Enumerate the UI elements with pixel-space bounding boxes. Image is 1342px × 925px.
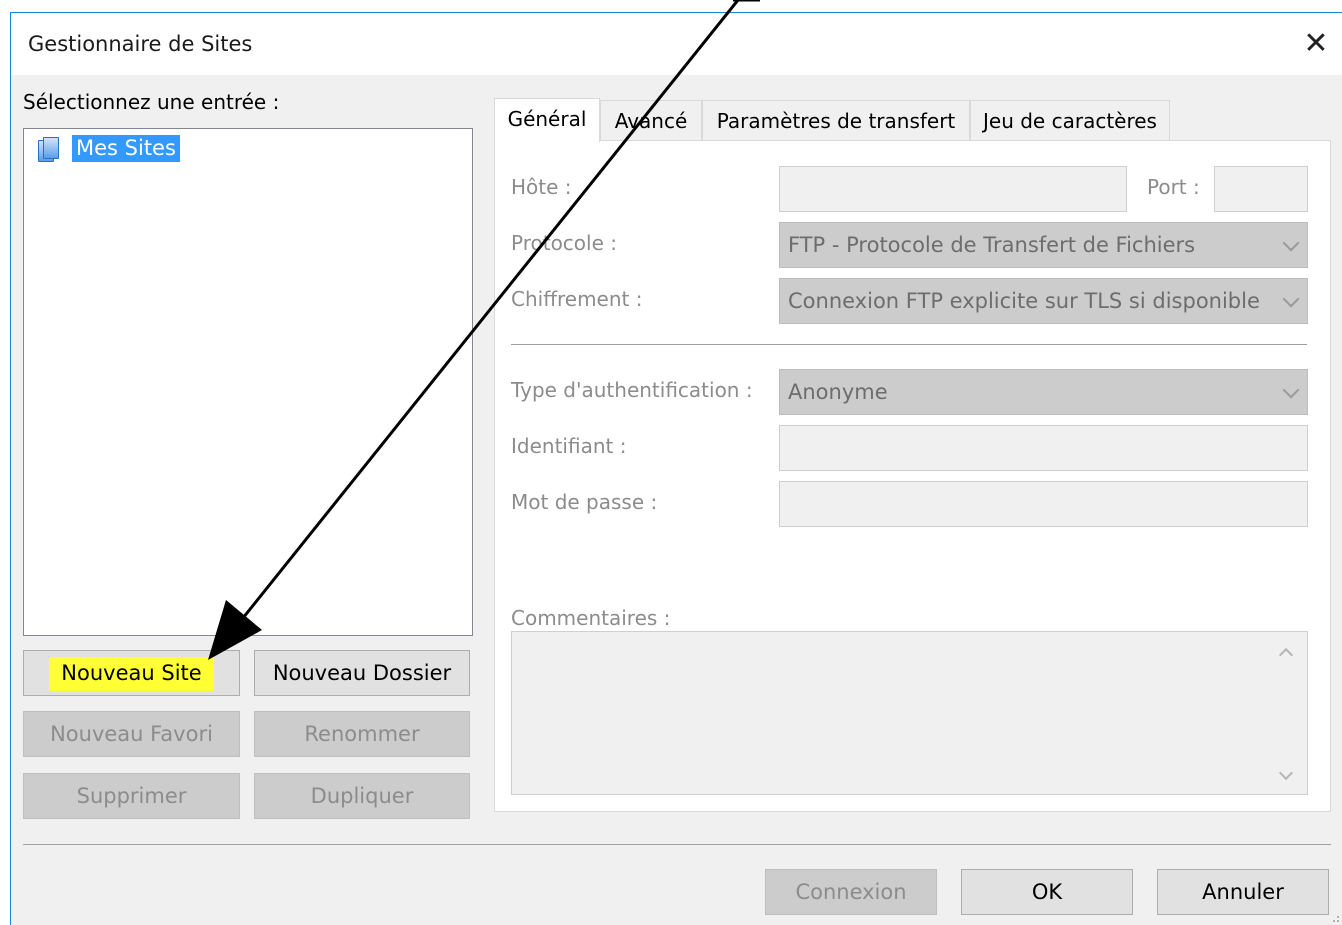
comments-textarea[interactable] <box>511 631 1308 795</box>
cancel-button[interactable]: Annuler <box>1157 869 1329 915</box>
title-bar: Gestionnaire de Sites ✕ <box>11 13 1342 75</box>
close-icon[interactable]: ✕ <box>1296 23 1336 65</box>
host-input[interactable] <box>779 166 1127 212</box>
new-folder-button[interactable]: Nouveau Dossier <box>254 650 470 696</box>
tab-transfer-settings[interactable]: Paramètres de transfert <box>702 100 970 140</box>
password-label: Mot de passe : <box>511 490 658 514</box>
host-label: Hôte : <box>511 175 572 199</box>
auth-type-value: Anonyme <box>788 380 888 404</box>
tree-item-mes-sites[interactable]: Mes Sites <box>36 135 180 162</box>
sites-folder-icon <box>36 136 62 162</box>
port-input[interactable] <box>1214 166 1308 212</box>
new-bookmark-button[interactable]: Nouveau Favori <box>23 711 240 757</box>
rename-button[interactable]: Renommer <box>254 711 470 757</box>
connect-button[interactable]: Connexion <box>765 869 937 915</box>
protocol-label: Protocole : <box>511 231 617 255</box>
resize-grip-icon[interactable] <box>1330 913 1340 923</box>
duplicate-button[interactable]: Dupliquer <box>254 773 470 819</box>
comments-label: Commentaires : <box>511 606 671 630</box>
footer-divider <box>23 844 1331 845</box>
scroll-up-icon[interactable] <box>1278 647 1294 663</box>
new-site-label: Nouveau Site <box>49 657 214 691</box>
site-manager-window: Gestionnaire de Sites ✕ Sélectionnez une… <box>10 12 1342 925</box>
chevron-down-icon <box>1282 381 1300 399</box>
auth-type-select[interactable]: Anonyme <box>779 369 1308 415</box>
encryption-label: Chiffrement : <box>511 287 643 311</box>
delete-button[interactable]: Supprimer <box>23 773 240 819</box>
chevron-down-icon <box>1282 234 1300 252</box>
new-site-button[interactable]: Nouveau Site <box>23 650 240 696</box>
protocol-value: FTP - Protocole de Transfert de Fichiers <box>788 233 1196 257</box>
window-title: Gestionnaire de Sites <box>28 32 253 56</box>
tab-charset[interactable]: Jeu de caractères <box>970 100 1170 140</box>
general-panel: Hôte : Port : Protocole : FTP - Protocol… <box>494 140 1331 812</box>
port-label: Port : <box>1147 175 1200 199</box>
encryption-value: Connexion FTP explicite sur TLS si dispo… <box>788 289 1260 313</box>
divider <box>511 344 1307 345</box>
tab-advanced[interactable]: Avancé <box>600 100 702 140</box>
protocol-select[interactable]: FTP - Protocole de Transfert de Fichiers <box>779 222 1308 268</box>
tree-item-label: Mes Sites <box>72 135 180 162</box>
scroll-down-icon[interactable] <box>1278 765 1294 781</box>
password-input[interactable] <box>779 481 1308 527</box>
tab-general[interactable]: Général <box>494 98 600 142</box>
auth-type-label: Type d'authentification : <box>511 378 753 402</box>
username-input[interactable] <box>779 425 1308 471</box>
site-tree[interactable]: Mes Sites <box>23 128 473 636</box>
username-label: Identifiant : <box>511 434 627 458</box>
encryption-select[interactable]: Connexion FTP explicite sur TLS si dispo… <box>779 278 1308 324</box>
ok-button[interactable]: OK <box>961 869 1133 915</box>
chevron-down-icon <box>1282 290 1300 308</box>
select-entry-label: Sélectionnez une entrée : <box>23 90 280 114</box>
